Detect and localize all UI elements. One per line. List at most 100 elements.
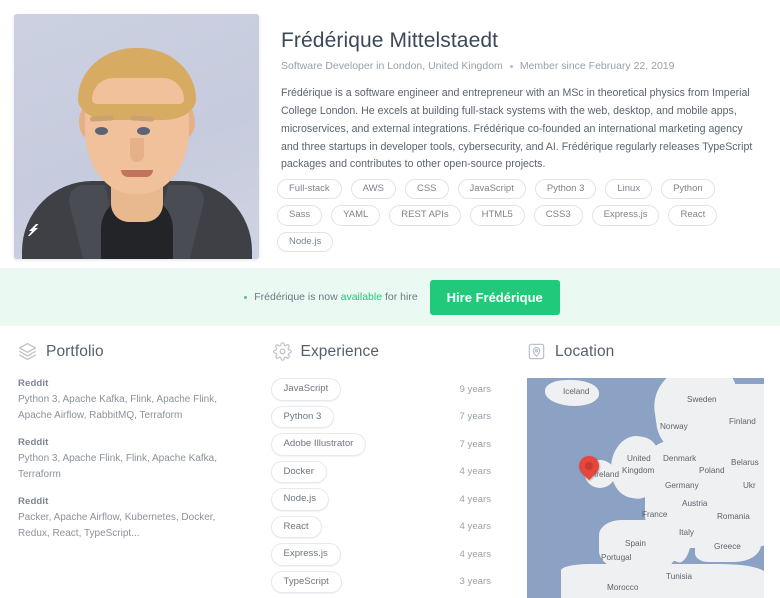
map-label: Kingdom xyxy=(622,466,655,475)
map-label: Romania xyxy=(717,512,750,521)
map-label: Ukr xyxy=(743,481,756,490)
experience-skill-chip[interactable]: Node.js xyxy=(270,488,330,511)
profile-photo[interactable] xyxy=(14,14,259,259)
meta-separator-dot xyxy=(509,64,513,68)
profile-details: Frédérique Mittelstaedt Software Develop… xyxy=(259,14,764,174)
skill-tag[interactable]: Full-stack xyxy=(277,178,342,200)
experience-skill-chip[interactable]: Express.js xyxy=(270,543,341,566)
portfolio-items: Reddit Python 3, Apache Kafka, Flink, Apa… xyxy=(16,378,239,541)
profile-member-since: Member since February 22, 2019 xyxy=(519,60,675,73)
map-label: Finland xyxy=(729,417,756,426)
experience-skill-chip[interactable]: Adobe Illustrator xyxy=(270,433,367,456)
map-label: Norway xyxy=(660,422,688,431)
experience-skill-chip[interactable]: Docker xyxy=(270,460,327,483)
hire-button[interactable]: Hire Frédérique xyxy=(429,279,560,315)
profile-meta: Software Developer in London, United Kin… xyxy=(281,60,764,72)
experience-row: Adobe Illustrator 7 years xyxy=(270,433,494,456)
portfolio-item: Reddit Packer, Apache Airflow, Kubernetes… xyxy=(16,496,239,541)
portfolio-item-stack: Python 3, Apache Flink, Flink, Apache Ka… xyxy=(18,453,218,480)
skill-tag[interactable]: CSS3 xyxy=(533,205,583,226)
skill-tag[interactable]: React xyxy=(668,205,718,226)
experience-row: Express.js 4 years xyxy=(270,543,494,566)
skill-tag[interactable]: Sass xyxy=(277,205,323,226)
profile-role-location: Software Developer in London, United Kin… xyxy=(281,60,503,73)
photo-nose xyxy=(129,138,144,162)
map-label: Iceland xyxy=(563,387,590,396)
experience-skill-chip[interactable]: JavaScript xyxy=(270,378,342,401)
experience-years: 4 years xyxy=(459,466,491,478)
portfolio-item-name[interactable]: Reddit xyxy=(18,496,239,507)
skill-tag[interactable]: YAML xyxy=(331,205,381,226)
experience-row: Docker 4 years xyxy=(270,460,494,483)
experience-years: 4 years xyxy=(459,521,491,533)
status-available-word: available xyxy=(340,291,383,303)
status-dot-icon xyxy=(244,295,248,299)
experience-years: 4 years xyxy=(459,548,491,560)
experience-years: 7 years xyxy=(459,411,491,423)
skill-tag[interactable]: JavaScript xyxy=(457,178,526,200)
skill-tag[interactable]: Linux xyxy=(605,178,653,200)
portfolio-item-name[interactable]: Reddit xyxy=(18,378,239,389)
availability-status: Frédérique is now available for hire xyxy=(244,291,418,303)
skill-tag[interactable]: REST APIs xyxy=(389,205,461,226)
skill-tag[interactable]: CSS xyxy=(404,178,449,200)
experience-skill-chip[interactable]: React xyxy=(270,515,322,538)
photo-eye-right xyxy=(137,127,150,135)
portfolio-title: Portfolio xyxy=(46,342,104,360)
portfolio-section: Portfolio Reddit Python 3, Apache Kafka, … xyxy=(0,342,255,598)
portfolio-item-name[interactable]: Reddit xyxy=(18,437,239,448)
experience-row: React 4 years xyxy=(270,515,494,538)
profile-name: Frédérique Mittelstaedt xyxy=(281,29,499,52)
map-label: Belarus xyxy=(731,458,759,467)
experience-years: 3 years xyxy=(459,576,491,588)
map-label: Austria xyxy=(682,499,708,508)
map-label: France xyxy=(642,510,668,519)
map-label: Portugal xyxy=(601,553,632,562)
skill-tag[interactable]: Python xyxy=(661,178,715,200)
profile-page: Frédérique Mittelstaedt Software Develop… xyxy=(0,0,780,598)
experience-section: Experience JavaScript 9 years Python 3 7 ye… xyxy=(255,342,510,598)
status-prefix: Frédérique is now xyxy=(254,291,341,303)
portfolio-header: Portfolio xyxy=(16,342,239,361)
map-label: United xyxy=(627,454,651,463)
skill-tag[interactable]: Node.js xyxy=(277,231,334,252)
experience-years: 7 years xyxy=(459,438,491,450)
skill-tag[interactable]: HTML5 xyxy=(469,205,525,226)
map-land-africa xyxy=(561,564,764,598)
layers-icon xyxy=(18,342,37,361)
location-header: Location xyxy=(525,342,764,361)
photo-mouth xyxy=(120,170,153,177)
map-label: Italy xyxy=(679,528,695,537)
experience-years: 9 years xyxy=(459,383,491,395)
profile-hero: Frédérique Mittelstaedt Software Develop… xyxy=(0,0,780,268)
profile-bio: Frédérique is a software engineer and en… xyxy=(281,87,753,171)
experience-years: 4 years xyxy=(459,493,491,505)
map-pin-icon xyxy=(527,342,546,361)
map-label: Denmark xyxy=(663,454,697,463)
portfolio-item-stack: Packer, Apache Airflow, Kubernetes, Dock… xyxy=(18,512,216,539)
location-section: Location Iceland Sweden Norway Finland Denma… xyxy=(509,342,780,598)
location-map[interactable]: Iceland Sweden Norway Finland Denmark United K… xyxy=(527,378,764,598)
skill-tag[interactable]: Python 3 xyxy=(534,178,597,200)
experience-skill-chip[interactable]: Python 3 xyxy=(270,405,335,428)
skill-tag-list: Full-stack AWS CSS JavaScript Python 3 Linux P… xyxy=(277,178,747,252)
experience-title: Experience xyxy=(300,342,380,360)
map-label: Germany xyxy=(665,481,699,490)
map-label: Morocco xyxy=(607,583,639,592)
map-label: Ireland xyxy=(594,470,620,479)
map-land-balkans-greece xyxy=(695,518,761,562)
map-label: Greece xyxy=(714,542,741,551)
skill-tag[interactable]: AWS xyxy=(350,178,396,200)
portfolio-item: Reddit Python 3, Apache Flink, Flink, Apa… xyxy=(16,437,239,482)
portfolio-item: Reddit Python 3, Apache Kafka, Flink, Apa… xyxy=(16,378,239,423)
gear-icon xyxy=(272,342,292,361)
experience-row: Python 3 7 years xyxy=(270,405,494,428)
hire-banner: Frédérique is now available for hire Hir… xyxy=(0,268,780,325)
watermark-logo-icon xyxy=(26,223,42,241)
experience-items: JavaScript 9 years Python 37 years Adobe Il… xyxy=(270,378,494,593)
experience-row: JavaScript 9 years xyxy=(270,378,494,401)
skill-tag[interactable]: Express.js xyxy=(591,205,660,226)
experience-skill-chip[interactable]: TypeScript xyxy=(270,570,342,593)
map-label: Spain xyxy=(625,539,646,548)
map-label: Tunisia xyxy=(666,572,693,581)
